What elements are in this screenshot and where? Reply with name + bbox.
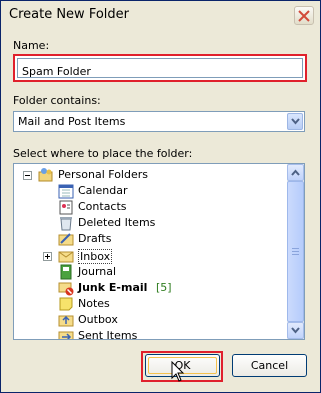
tree-item-label: Sent Items [78, 329, 138, 340]
contacts-icon [59, 200, 73, 215]
folder-contains-label: Folder contains: [13, 94, 101, 107]
create-new-folder-dialog: Create New Folder Name: Spam Folder Fold… [0, 0, 321, 393]
chevron-down-icon [291, 327, 300, 334]
personal-folders-icon [38, 168, 53, 182]
folder-contains-value: Mail and Post Items [18, 115, 126, 128]
inbox-icon [58, 251, 74, 263]
title-bar[interactable]: Create New Folder [1, 1, 320, 31]
grip-line [292, 254, 299, 255]
sent-items-icon [58, 331, 74, 339]
grip-line [292, 251, 299, 252]
mouse-cursor-icon [171, 361, 185, 382]
tree-item-label: Notes [78, 297, 110, 310]
tree-item-label: Drafts [78, 232, 112, 245]
tree-item-label: Deleted Items [78, 216, 156, 229]
chevron-down-icon [291, 118, 300, 125]
deleted-items-icon [60, 217, 72, 231]
drafts-icon [58, 233, 74, 246]
cancel-button[interactable]: Cancel [232, 354, 307, 377]
name-field-highlight: Spam Folder [13, 54, 307, 82]
cancel-button-label: Cancel [250, 359, 289, 372]
tree-item-label: Personal Folders [58, 168, 148, 181]
tree-item-label: Inbox [78, 249, 113, 264]
place-folder-label: Select where to place the folder: [13, 147, 193, 160]
close-button[interactable] [294, 6, 314, 25]
notes-icon [59, 297, 73, 311]
expand-inbox[interactable] [43, 252, 52, 261]
close-icon [298, 10, 310, 22]
collapse-personal-folders[interactable] [23, 171, 32, 180]
unread-count: [5] [156, 281, 172, 294]
tree-item-label: Contacts [78, 200, 127, 213]
plus-icon [45, 254, 50, 259]
chevron-up-icon [291, 169, 300, 176]
name-field-value: Spam Folder [22, 65, 91, 78]
folder-contains-dropdown-button[interactable] [287, 113, 303, 130]
junk-email-icon [58, 282, 74, 296]
journal-icon [60, 264, 72, 280]
tree-item-label: Journal [78, 265, 117, 278]
grip-line [292, 248, 299, 249]
scroll-thumb[interactable] [287, 181, 304, 322]
tree-item-label: Outbox [78, 313, 118, 326]
minus-icon [25, 175, 30, 176]
tree-scrollbar[interactable] [287, 164, 304, 339]
scroll-down-button[interactable] [287, 322, 304, 339]
scroll-up-button[interactable] [287, 164, 304, 181]
calendar-icon [58, 184, 74, 199]
folder-tree[interactable]: Personal Folders Calendar Contacts Delet… [13, 163, 305, 340]
folder-contains-select[interactable]: Mail and Post Items [13, 111, 305, 132]
outbox-icon [58, 315, 74, 327]
dialog-title: Create New Folder [9, 7, 129, 22]
tree-item-label: Junk E-mail [78, 281, 148, 294]
name-label: Name: [13, 39, 50, 52]
name-field[interactable]: Spam Folder [17, 58, 303, 78]
tree-item-label: Calendar [78, 184, 128, 197]
